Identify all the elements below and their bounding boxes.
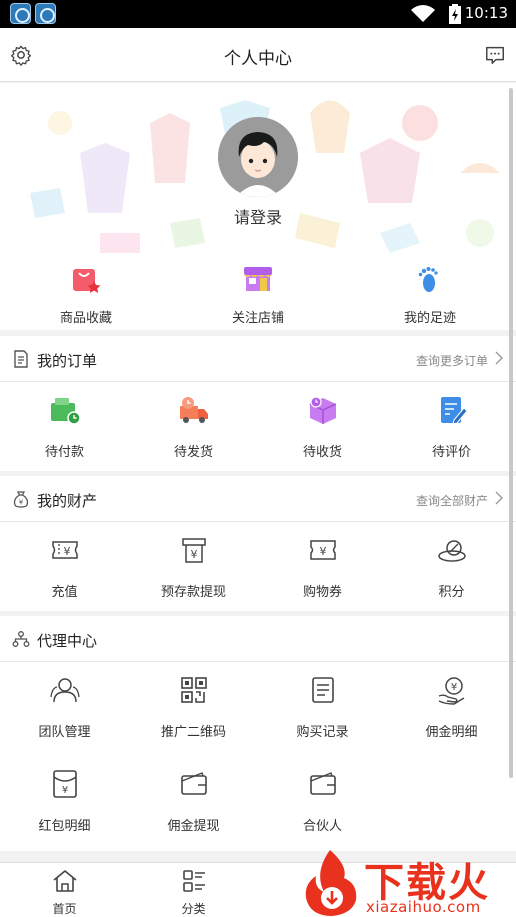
asset-points[interactable]: 积分 [387, 534, 516, 600]
svg-text:¥: ¥ [450, 682, 456, 693]
message-icon[interactable] [484, 44, 506, 66]
tab-home[interactable]: 首页 [0, 868, 129, 917]
home-icon [52, 870, 77, 892]
status-bar: 10:13 [0, 0, 516, 28]
agent-team-management[interactable]: 团队管理 [0, 674, 129, 740]
purchase-record-icon [311, 677, 334, 703]
assets-more-link[interactable]: 查询全部财产 [416, 492, 488, 509]
quick-followed-stores[interactable]: 关注店铺 [172, 263, 344, 326]
flame-logo-icon [305, 850, 357, 916]
agent-label: 推广二维码 [160, 725, 226, 740]
agent-promo-qrcode[interactable]: 推广二维码 [129, 674, 258, 740]
agent-label: 佣金明细 [425, 725, 478, 740]
wallet-clock-icon [50, 398, 81, 425]
agent-section: 代理中心 团队管理 推广二维码 购买记录 ¥ 佣金明细 ¥ 红包明细 佣金提现 … [0, 616, 516, 851]
red-envelope-icon: ¥ [52, 770, 77, 798]
order-pending-payment[interactable]: 待付款 [0, 394, 129, 460]
assets-title: 我的财产 [37, 492, 98, 510]
svg-text:¥: ¥ [190, 548, 197, 561]
profile-header: 请登录 商品收藏 关注店铺 我的足迹 [0, 83, 516, 330]
order-pending-review[interactable]: 待评价 [387, 394, 516, 460]
asset-deposit-withdraw[interactable]: ¥ 预存款提现 [129, 534, 258, 600]
partner-icon [309, 772, 336, 795]
wifi-icon [411, 5, 435, 23]
app-notification-icon [10, 3, 31, 24]
orders-section: 我的订单 查询更多订单 待付款 待发货 待收货 待评价 [0, 336, 516, 471]
agent-partner[interactable]: 合伙人 [258, 768, 387, 834]
tab-label: 首页 [52, 902, 77, 916]
review-pen-icon [440, 397, 468, 425]
agent-header: 代理中心 [0, 616, 516, 662]
agent-purchase-records[interactable]: 购买记录 [258, 674, 387, 740]
scrollbar[interactable] [509, 88, 513, 778]
asset-recharge[interactable]: ¥ 充值 [0, 534, 129, 600]
asset-label: 预存款提现 [160, 585, 226, 600]
agent-label: 购买记录 [296, 725, 349, 740]
points-icon [437, 540, 466, 562]
tab-label: 分类 [181, 902, 206, 916]
assets-header[interactable]: ¥ 我的财产 查询全部财产 [0, 476, 516, 522]
download-site-watermark: 下载火 xiazaihuo.com [300, 848, 514, 917]
asset-voucher[interactable]: ¥ 购物券 [258, 534, 387, 600]
avatar[interactable] [218, 117, 298, 197]
asset-label: 购物券 [302, 585, 342, 600]
delivery-truck-icon [179, 397, 208, 423]
app-notification-icon-2 [35, 3, 56, 24]
order-label: 待收货 [302, 445, 342, 460]
quick-label: 关注店铺 [231, 311, 284, 326]
battery-icon [449, 4, 461, 24]
svg-text:¥: ¥ [63, 545, 70, 558]
hierarchy-icon [12, 631, 30, 647]
agent-label: 合伙人 [302, 819, 342, 834]
tab-category[interactable]: 分类 [129, 868, 258, 917]
agent-label: 红包明细 [38, 819, 91, 834]
quick-label: 商品收藏 [59, 311, 112, 326]
commission-withdraw-icon [180, 772, 207, 795]
chevron-right-icon [495, 351, 503, 365]
footprint-icon [418, 267, 438, 292]
agent-label: 佣金提现 [167, 819, 220, 834]
agent-label: 团队管理 [38, 725, 91, 740]
commission-icon: ¥ [438, 677, 464, 705]
order-pending-receipt[interactable]: 待收货 [258, 394, 387, 460]
order-label: 待发货 [173, 445, 213, 460]
package-icon [309, 396, 336, 424]
orders-title: 我的订单 [37, 352, 98, 370]
orders-header[interactable]: 我的订单 查询更多订单 [0, 336, 516, 382]
assets-section: ¥ 我的财产 查询全部财产 ¥ 充值 ¥ 预存款提现 ¥ 购物券 积分 [0, 476, 516, 611]
agent-commission-details[interactable]: ¥ 佣金明细 [387, 674, 516, 740]
asset-label: 充值 [51, 585, 78, 600]
agent-title: 代理中心 [37, 632, 98, 650]
store-icon [244, 267, 272, 291]
status-time: 10:13 [464, 4, 508, 22]
recharge-icon: ¥ [51, 541, 78, 559]
order-label: 待评价 [431, 445, 471, 460]
money-bag-icon: ¥ [13, 491, 29, 508]
page-title: 个人中心 [224, 49, 292, 69]
asset-label: 积分 [438, 585, 465, 600]
favorite-bag-icon [73, 269, 101, 293]
top-nav-bar: 个人中心 [0, 28, 516, 82]
orders-more-link[interactable]: 查询更多订单 [416, 352, 488, 369]
chevron-right-icon [495, 491, 503, 505]
svg-text:¥: ¥ [319, 545, 326, 558]
quick-label: 我的足迹 [403, 311, 456, 326]
svg-text:¥: ¥ [19, 499, 24, 507]
order-label: 待付款 [44, 445, 84, 460]
agent-red-envelope-details[interactable]: ¥ 红包明细 [0, 768, 129, 834]
watermark-domain: xiazaihuo.com [366, 898, 481, 916]
order-pending-shipment[interactable]: 待发货 [129, 394, 258, 460]
team-icon [49, 678, 80, 703]
voucher-icon: ¥ [309, 540, 336, 560]
category-icon [182, 870, 205, 892]
svg-text:¥: ¥ [61, 785, 67, 796]
agent-commission-withdraw[interactable]: 佣金提现 [129, 768, 258, 834]
login-link[interactable]: 请登录 [0, 204, 516, 228]
document-icon [14, 350, 28, 368]
quick-favorites[interactable]: 商品收藏 [0, 263, 172, 326]
quick-footprints[interactable]: 我的足迹 [344, 263, 516, 326]
deposit-withdraw-icon: ¥ [181, 538, 206, 563]
qrcode-icon [180, 677, 207, 703]
